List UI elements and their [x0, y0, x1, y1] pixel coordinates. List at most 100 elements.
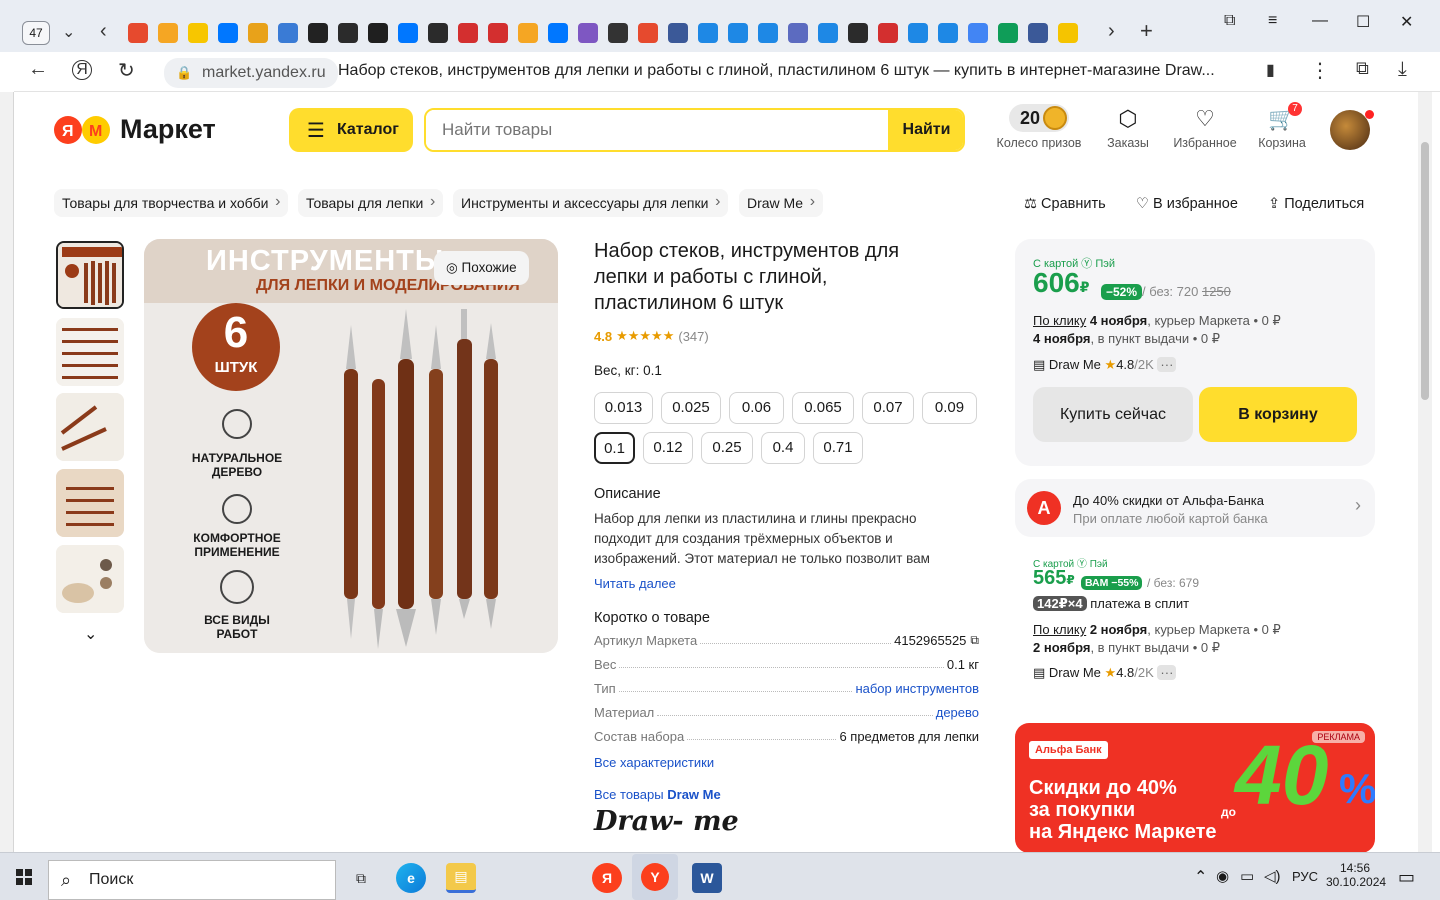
thumbnail[interactable] — [56, 545, 124, 613]
avatar[interactable] — [1330, 110, 1374, 150]
tabs-scroll-right-icon[interactable]: › — [1108, 20, 1115, 43]
tabs-dropdown-icon[interactable]: ⌄ — [62, 22, 75, 42]
reload-icon[interactable]: ↻ — [118, 58, 135, 83]
start-icon[interactable] — [16, 869, 32, 885]
pinned-tab-favicon-icon[interactable] — [968, 23, 988, 43]
pinned-tab-favicon-icon[interactable] — [1028, 23, 1048, 43]
catalog-button[interactable]: ☰ Каталог — [289, 108, 413, 152]
alfa-promo[interactable]: A До 40% скидки от Альфа-Банка При оплат… — [1015, 479, 1375, 537]
pinned-tab-favicon-icon[interactable] — [488, 23, 508, 43]
weight-option[interactable]: 0.09 — [922, 392, 977, 424]
compare-link[interactable]: ⚖ Сравнить — [1024, 196, 1106, 212]
new-tab-icon[interactable]: + — [1140, 18, 1153, 44]
rating-row[interactable]: 4.8 ★★★★★ (347) — [594, 328, 709, 344]
add-favorite-link[interactable]: ♡ В избранное — [1136, 196, 1238, 212]
network-icon[interactable]: ▭ — [1240, 867, 1254, 885]
pinned-tab-favicon-icon[interactable] — [188, 23, 208, 43]
split-row[interactable]: 142₽×4 платежа в сплит — [1033, 596, 1189, 612]
main-product-image[interactable]: ИНСТРУМЕНТЫ ДЛЯ ЛЕПКИ И МОДЕЛИРОВАНИЯ 6 … — [144, 239, 558, 653]
explorer-icon[interactable]: ▤ — [446, 863, 476, 893]
minimize-icon[interactable]: — — [1312, 12, 1328, 30]
edge-icon[interactable]: e — [396, 863, 426, 893]
market-logo[interactable]: Я М Маркет — [54, 114, 216, 145]
bookmarks-icon[interactable]: ⧉ — [1224, 12, 1235, 30]
weight-option[interactable]: 0.4 — [761, 432, 805, 464]
pinned-tab-favicon-icon[interactable] — [278, 23, 298, 43]
notifications-icon[interactable]: ▭ — [1398, 867, 1415, 888]
pinned-tab-favicon-icon[interactable] — [128, 23, 148, 43]
pinned-tab-favicon-icon[interactable] — [998, 23, 1018, 43]
weight-option[interactable]: 0.12 — [643, 432, 693, 464]
pinned-tab-favicon-icon[interactable] — [878, 23, 898, 43]
url-field[interactable]: 🔒 market.yandex.ru — [164, 58, 338, 88]
copy-icon[interactable]: ⧉ — [970, 633, 979, 648]
similar-button[interactable]: ◎ Похожие — [434, 251, 529, 285]
all-specs-link[interactable]: Все характеристики — [594, 755, 714, 770]
weight-option[interactable]: 0.07 — [862, 392, 914, 424]
downloads-icon[interactable]: ⤓ — [1398, 58, 1407, 81]
thumbnail[interactable] — [56, 318, 124, 386]
weight-option[interactable]: 0.065 — [792, 392, 854, 424]
pinned-tab-favicon-icon[interactable] — [788, 23, 808, 43]
yandex-app-icon[interactable]: Я — [592, 863, 622, 893]
all-brand-goods-link[interactable]: Все товары Draw Me — [594, 787, 721, 802]
brand-logo[interactable]: Draw- me — [594, 806, 739, 837]
pinned-tab-favicon-icon[interactable] — [668, 23, 688, 43]
share-link[interactable]: ⇪ Поделиться — [1268, 196, 1364, 212]
pinned-tab-favicon-icon[interactable] — [428, 23, 448, 43]
read-more-link[interactable]: Читать далее — [594, 576, 676, 591]
volume-icon[interactable]: ◁) — [1264, 867, 1281, 885]
pinned-tab-favicon-icon[interactable] — [218, 23, 238, 43]
pinned-tab-favicon-icon[interactable] — [908, 23, 928, 43]
pinned-tab-favicon-icon[interactable] — [638, 23, 658, 43]
close-icon[interactable]: ✕ — [1400, 12, 1413, 32]
seller-row[interactable]: ▤ Draw Me ★4.8/2K ··· — [1033, 665, 1177, 681]
prize-wheel-link[interactable]: 20 Колесо призов — [996, 104, 1082, 150]
menu-icon[interactable]: ≡ — [1268, 12, 1277, 30]
pinned-tab-favicon-icon[interactable] — [818, 23, 838, 43]
maximize-icon[interactable]: ☐ — [1356, 12, 1370, 32]
pinned-tab-favicon-icon[interactable] — [578, 23, 598, 43]
task-view-icon[interactable]: ⧉ — [346, 863, 376, 893]
weight-option[interactable]: 0.025 — [661, 392, 721, 424]
yandex-browser-icon[interactable]: Y — [632, 854, 678, 900]
pinned-tab-favicon-icon[interactable] — [698, 23, 718, 43]
pinned-tab-favicon-icon[interactable] — [248, 23, 268, 43]
page-scrollbar[interactable] — [1418, 92, 1432, 852]
language-indicator[interactable]: РУС — [1292, 869, 1318, 884]
thumbnails-down-icon[interactable]: ⌄ — [84, 624, 97, 644]
ad-banner[interactable]: РЕКЛАМА Альфа Банк Скидки до 40% за покуп… — [1015, 723, 1375, 852]
pinned-tab-favicon-icon[interactable] — [848, 23, 868, 43]
weight-option[interactable]: 0.013 — [594, 392, 653, 424]
breadcrumb-item[interactable]: Товары для лепки — [298, 188, 444, 217]
pinned-tab-favicon-icon[interactable] — [758, 23, 778, 43]
pinned-tab-favicon-icon[interactable] — [728, 23, 748, 43]
orders-link[interactable]: ⬡ Заказы — [1102, 106, 1154, 150]
thumbnail[interactable] — [56, 393, 124, 461]
favorites-link[interactable]: ♡ Избранное — [1170, 106, 1240, 150]
pinned-tab-favicon-icon[interactable] — [548, 23, 568, 43]
yandex-icon[interactable]: Я — [72, 60, 92, 80]
search-button[interactable]: Найти — [888, 110, 963, 150]
pinned-tab-favicon-icon[interactable] — [158, 23, 178, 43]
pinned-tab-favicon-icon[interactable] — [398, 23, 418, 43]
weight-option[interactable]: 0.71 — [813, 432, 863, 464]
buy-now-button[interactable]: Купить сейчас — [1033, 387, 1193, 442]
spec-value-link[interactable]: набор инструментов — [855, 681, 979, 696]
search-input[interactable] — [426, 110, 886, 150]
pinned-tab-favicon-icon[interactable] — [608, 23, 628, 43]
pinned-tab-favicon-icon[interactable] — [1058, 23, 1078, 43]
weight-option[interactable]: 0.25 — [701, 432, 753, 464]
collections-icon[interactable]: ⧉ — [1356, 58, 1369, 79]
cart-link[interactable]: 🛒 7 Корзина — [1252, 102, 1312, 150]
more-icon[interactable]: ⋮ — [1310, 58, 1330, 83]
pinned-tab-favicon-icon[interactable] — [518, 23, 538, 43]
thumbnail[interactable] — [56, 241, 124, 309]
breadcrumb-item[interactable]: Товары для творчества и хобби — [54, 188, 289, 217]
bookmark-icon[interactable]: ▮ — [1266, 60, 1275, 80]
pinned-tab-favicon-icon[interactable] — [368, 23, 388, 43]
seller-row[interactable]: ▤ Draw Me ★4.8/2K ··· — [1033, 357, 1177, 373]
pinned-tab-favicon-icon[interactable] — [338, 23, 358, 43]
spec-value-link[interactable]: дерево — [936, 705, 979, 720]
taskbar-search[interactable]: ⌕ Поиск — [48, 860, 336, 900]
